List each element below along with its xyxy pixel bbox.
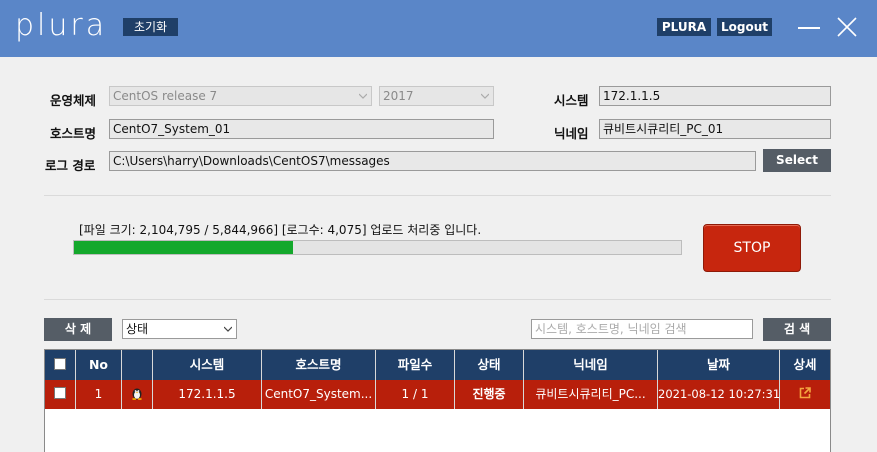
col-icon — [122, 350, 153, 380]
logpath-label: 로그 경로 — [45, 158, 96, 173]
version-select-value: 2017 — [383, 89, 414, 103]
upload-table: No 시스템 호스트명 파일수 상태 닉네임 날짜 상세 1 172.1.1.5… — [44, 349, 831, 452]
row-detail-cell[interactable] — [780, 380, 830, 409]
os-label: 운영체제 — [50, 93, 97, 108]
row-checkbox[interactable] — [54, 387, 66, 399]
app-header: plura 초기화 PLURA Logout — [0, 0, 877, 57]
delete-button[interactable]: 삭 제 — [44, 318, 112, 341]
logout-button[interactable]: Logout — [717, 18, 772, 36]
os-select[interactable]: CentOS release 7 — [109, 86, 372, 106]
divider — [44, 195, 831, 196]
search-input[interactable]: 시스템, 호스트명, 닉네임 검색 — [531, 319, 753, 339]
upload-progress-fill — [74, 241, 293, 254]
status-filter-value: 상태 — [126, 322, 149, 336]
chevron-down-icon — [481, 93, 489, 99]
select-all-checkbox[interactable] — [54, 358, 66, 370]
row-status: 진행중 — [455, 380, 524, 409]
table-header: No 시스템 호스트명 파일수 상태 닉네임 날짜 상세 — [45, 350, 830, 380]
reset-button[interactable]: 초기화 — [123, 18, 178, 36]
stop-button[interactable]: STOP — [703, 224, 801, 272]
system-field[interactable]: 172.1.1.5 — [599, 86, 831, 106]
col-nickname: 닉네임 — [524, 350, 658, 380]
col-detail: 상세 — [793, 357, 817, 372]
row-files: 1 / 1 — [376, 380, 455, 409]
row-date: 2021-08-12 10:27:31 — [658, 380, 780, 409]
col-date: 날짜 — [658, 350, 780, 380]
col-system: 시스템 — [153, 350, 262, 380]
divider — [44, 299, 831, 300]
row-no: 1 — [76, 380, 122, 409]
hostname-label: 호스트명 — [50, 126, 97, 141]
upload-status-text: [파일 크기: 2,104,795 / 5,844,966] [로그수: 4,0… — [79, 223, 482, 237]
version-select[interactable]: 2017 — [379, 86, 494, 106]
upload-progress-bar — [73, 240, 682, 255]
select-file-button[interactable]: Select — [763, 149, 831, 172]
status-filter-select[interactable]: 상태 — [122, 319, 237, 339]
row-hostname: CentO7_System... — [262, 380, 376, 409]
col-no: No — [76, 350, 122, 380]
logpath-field[interactable]: C:\Users\harry\Downloads\CentOS7\message… — [109, 151, 756, 171]
hostname-field[interactable]: CentO7_System_01 — [109, 119, 494, 139]
system-label: 시스템 — [554, 93, 589, 108]
col-hostname: 호스트명 — [262, 350, 376, 380]
row-os-icon-cell — [122, 380, 153, 409]
close-icon[interactable] — [836, 16, 858, 38]
search-button[interactable]: 검 색 — [763, 318, 831, 341]
row-system: 172.1.1.5 — [153, 380, 262, 409]
chevron-down-icon — [224, 326, 232, 332]
table-row[interactable]: 1 172.1.1.5 CentO7_System... 1 / 1 진행중 큐… — [45, 380, 830, 409]
row-checkbox-cell[interactable] — [45, 380, 76, 409]
external-link-icon[interactable] — [799, 387, 811, 399]
app-logo: plura — [15, 8, 108, 43]
linux-penguin-icon — [132, 388, 142, 400]
nickname-label: 닉네임 — [554, 126, 589, 141]
nickname-field[interactable]: 큐비트시큐리티_PC_01 — [599, 119, 831, 139]
col-files: 파일수 — [376, 350, 455, 380]
os-select-value: CentOS release 7 — [113, 89, 218, 103]
col-status: 상태 — [455, 350, 524, 380]
minimize-icon[interactable] — [798, 27, 820, 29]
select-all-checkbox-cell[interactable] — [45, 350, 76, 380]
chevron-down-icon — [359, 93, 367, 99]
row-nickname: 큐비트시큐리티_PC... — [524, 380, 658, 409]
plura-button[interactable]: PLURA — [657, 18, 711, 36]
